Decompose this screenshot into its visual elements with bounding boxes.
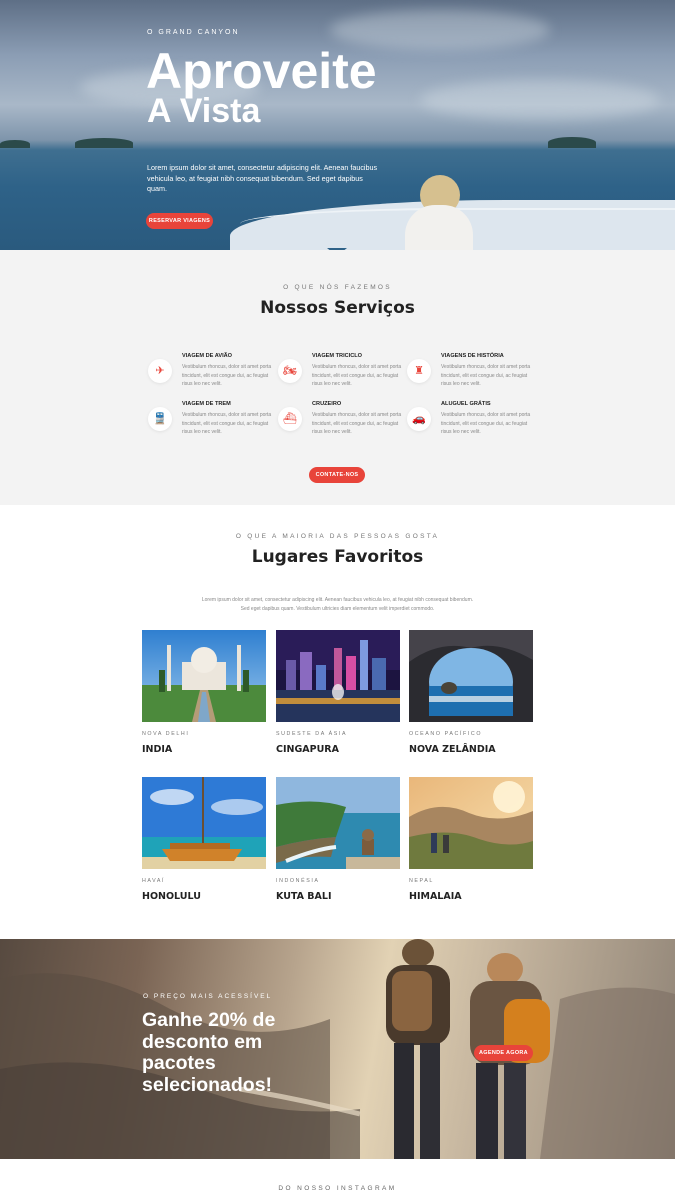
train-icon: 🚆: [148, 407, 172, 431]
hero-title-line1: Aproveite: [146, 43, 377, 99]
place-region: OCEANO PACÍFICO: [409, 731, 483, 737]
places-title: Lugares Favoritos: [251, 547, 424, 567]
service-text: Vestibulum rhoncus, dolor sit amet porta…: [312, 364, 402, 388]
place-image-india[interactable]: [142, 630, 266, 722]
hero-island: [75, 138, 133, 148]
service-title: VIAGEM TRICICLO: [312, 353, 363, 359]
place-name[interactable]: KUTA BALI: [276, 891, 332, 902]
book-trips-button[interactable]: RESERVAR VIAGENS: [146, 213, 213, 229]
castle-icon: ♜: [407, 359, 431, 383]
places-eyebrow: O QUE A MAIORIA DAS PESSOAS GOSTA: [235, 533, 440, 540]
place-image-kuta-bali[interactable]: [276, 777, 400, 869]
instagram-eyebrow: DO NOSSO INSTAGRAM: [278, 1185, 397, 1192]
hero-eyebrow: O GRAND CANYON: [147, 29, 240, 36]
book-now-button[interactable]: AGENDE AGORA: [474, 1045, 533, 1061]
hero-traveler-body: [405, 205, 473, 250]
ship-icon: ⛴: [278, 407, 302, 431]
service-item: ♜ VIAGENS DE HISTÓRIA Vestibulum rhoncus…: [407, 353, 530, 399]
service-text: Vestibulum rhoncus, dolor sit amet porta…: [312, 412, 402, 436]
plane-icon: ✈: [148, 359, 172, 383]
promo-section: O PREÇO MAIS ACESSÍVEL Ganhe 20% de desc…: [0, 939, 675, 1159]
promo-headline: Ganhe 20% de desconto em pacotes selecio…: [142, 1009, 276, 1096]
service-title: VIAGENS DE HISTÓRIA: [441, 353, 504, 359]
car-icon: 🚗: [407, 407, 431, 431]
place-image-nova-zelandia[interactable]: [409, 630, 533, 722]
place-name[interactable]: CINGAPURA: [276, 744, 339, 755]
places-intro: Lorem ipsum dolor sit amet, consectetur …: [201, 597, 474, 612]
hero-title-line2: A Vista: [147, 92, 261, 130]
service-item: ✈ VIAGEM DE AVIÃO Vestibulum rhoncus, do…: [148, 353, 271, 399]
service-title: ALUGUEL GRÁTIS: [441, 401, 491, 407]
promo-eyebrow: O PREÇO MAIS ACESSÍVEL: [143, 993, 273, 1000]
hero-island: [0, 140, 30, 148]
place-name[interactable]: HIMALAIA: [409, 891, 462, 902]
service-title: CRUZEIRO: [312, 401, 342, 407]
service-title: VIAGEM DE AVIÃO: [182, 353, 233, 359]
place-image-himalaia[interactable]: [409, 777, 533, 869]
service-item: 🚆 VIAGEM DE TREM Vestibulum rhoncus, dol…: [148, 401, 271, 447]
place-image-honolulu[interactable]: [142, 777, 266, 869]
place-name[interactable]: INDIA: [142, 744, 172, 755]
service-title: VIAGEM DE TREM: [182, 401, 231, 407]
services-title: Nossos Serviços: [260, 298, 415, 318]
place-region: HAVAÍ: [142, 878, 166, 884]
service-text: Vestibulum rhoncus, dolor sit amet porta…: [182, 364, 272, 388]
service-text: Vestibulum rhoncus, dolor sit amet porta…: [182, 412, 272, 436]
place-region: NOVA DELHI: [142, 731, 190, 737]
services-section: O QUE NÓS FAZEMOS Nossos Serviços ✈ VIAG…: [0, 250, 675, 505]
service-item: 🏍 VIAGEM TRICICLO Vestibulum rhoncus, do…: [278, 353, 401, 399]
place-name[interactable]: NOVA ZELÂNDIA: [409, 744, 496, 755]
hero-cloud: [420, 80, 660, 120]
hero-lead: Lorem ipsum dolor sit amet, consectetur …: [147, 163, 378, 193]
promo-background: [0, 939, 675, 1159]
place-name[interactable]: HONOLULU: [142, 891, 201, 902]
service-text: Vestibulum rhoncus, dolor sit amet porta…: [441, 364, 531, 388]
motorcycle-icon: 🏍: [278, 359, 302, 383]
service-item: ⛴ CRUZEIRO Vestibulum rhoncus, dolor sit…: [278, 401, 401, 447]
service-text: Vestibulum rhoncus, dolor sit amet porta…: [441, 412, 531, 436]
contact-us-button[interactable]: CONTATE-NOS: [309, 467, 365, 483]
hero-section: O GRAND CANYON Aproveite A Vista Lorem i…: [0, 0, 675, 250]
place-region: INDONÉSIA: [276, 878, 320, 884]
place-region: SUDESTE DA ÁSIA: [276, 731, 348, 737]
services-eyebrow: O QUE NÓS FAZEMOS: [283, 284, 392, 291]
place-image-cingapura[interactable]: [276, 630, 400, 722]
hero-island: [548, 137, 596, 148]
place-region: NEPAL: [409, 878, 434, 884]
service-item: 🚗 ALUGUEL GRÁTIS Vestibulum rhoncus, dol…: [407, 401, 530, 447]
